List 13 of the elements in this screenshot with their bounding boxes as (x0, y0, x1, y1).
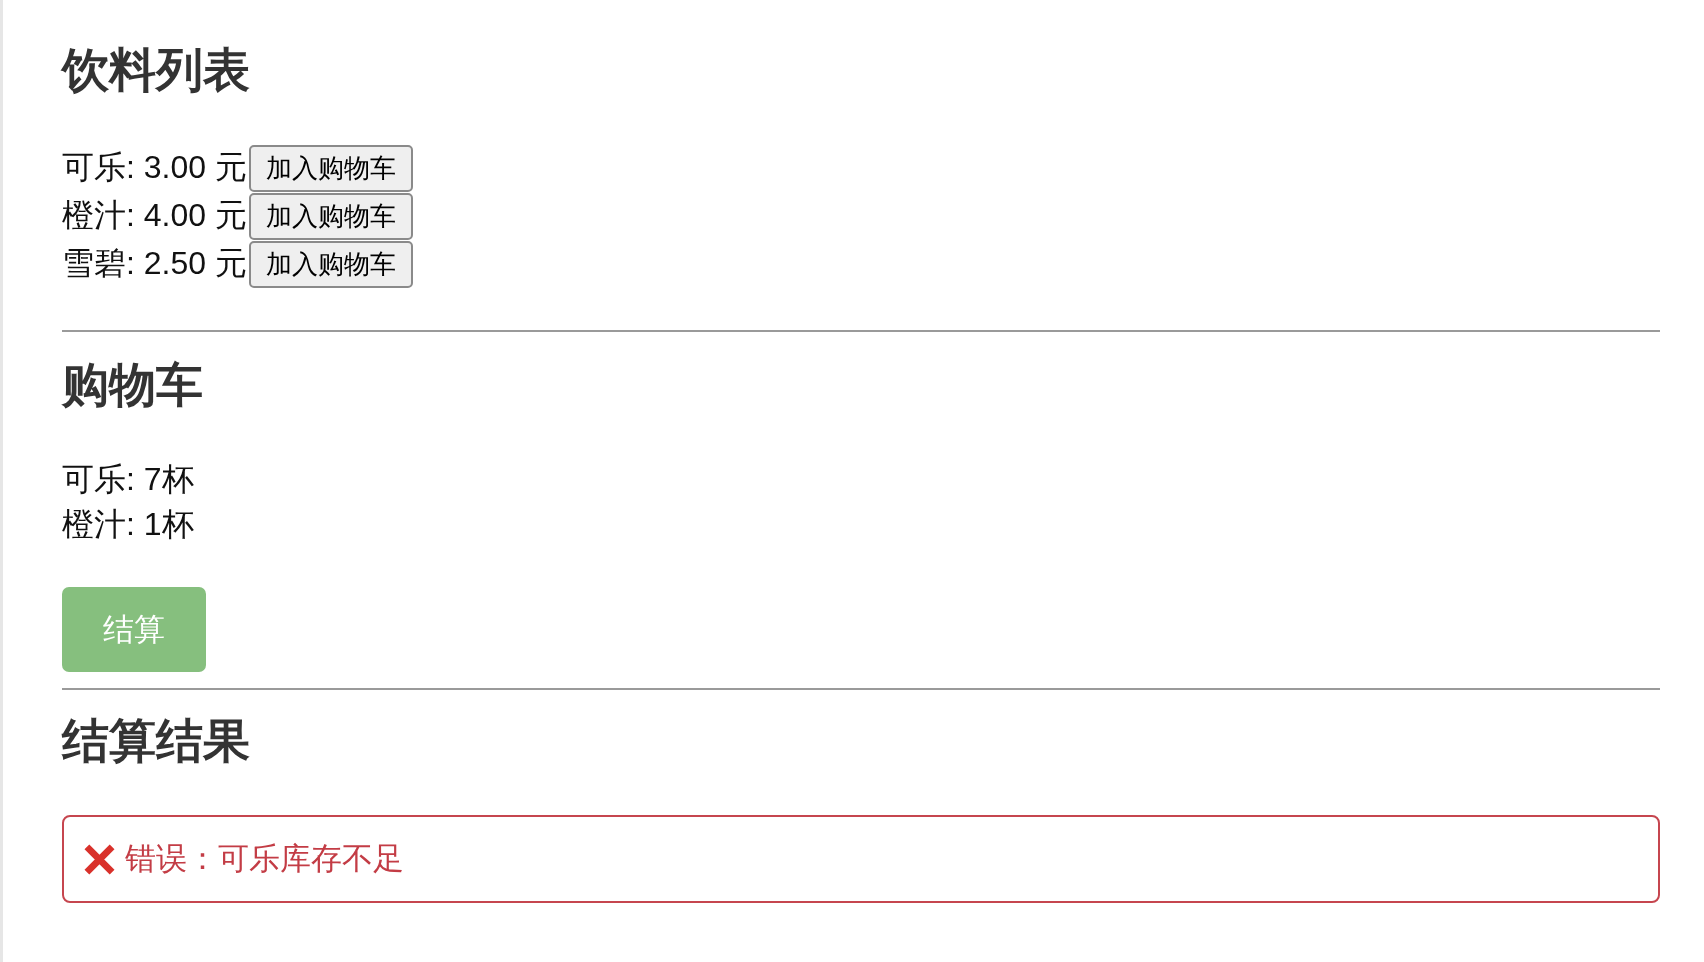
section-heading: 购物车 (62, 357, 203, 413)
section-heading: 结算结果 (62, 713, 250, 769)
cart-item: 可乐: 7杯 (62, 460, 194, 499)
message-text: 错误：可乐库存不足 (125, 840, 404, 878)
add-to-cart-button[interactable]: 加入购物车 (248, 192, 413, 240)
cross-icon (84, 843, 115, 875)
cart-item: 橙汁: 1杯 (62, 505, 194, 544)
add-to-cart-button[interactable]: 加入购物车 (248, 240, 413, 288)
add-to-cart-button[interactable]: 加入购物车 (248, 144, 413, 192)
drink-label: 可乐: 3.00 元 (62, 148, 247, 187)
drink-label: 橙汁: 4.00 元 (62, 196, 247, 235)
section-heading: 饮料列表 (62, 42, 250, 98)
drink-label: 雪碧: 2.50 元 (62, 244, 247, 283)
